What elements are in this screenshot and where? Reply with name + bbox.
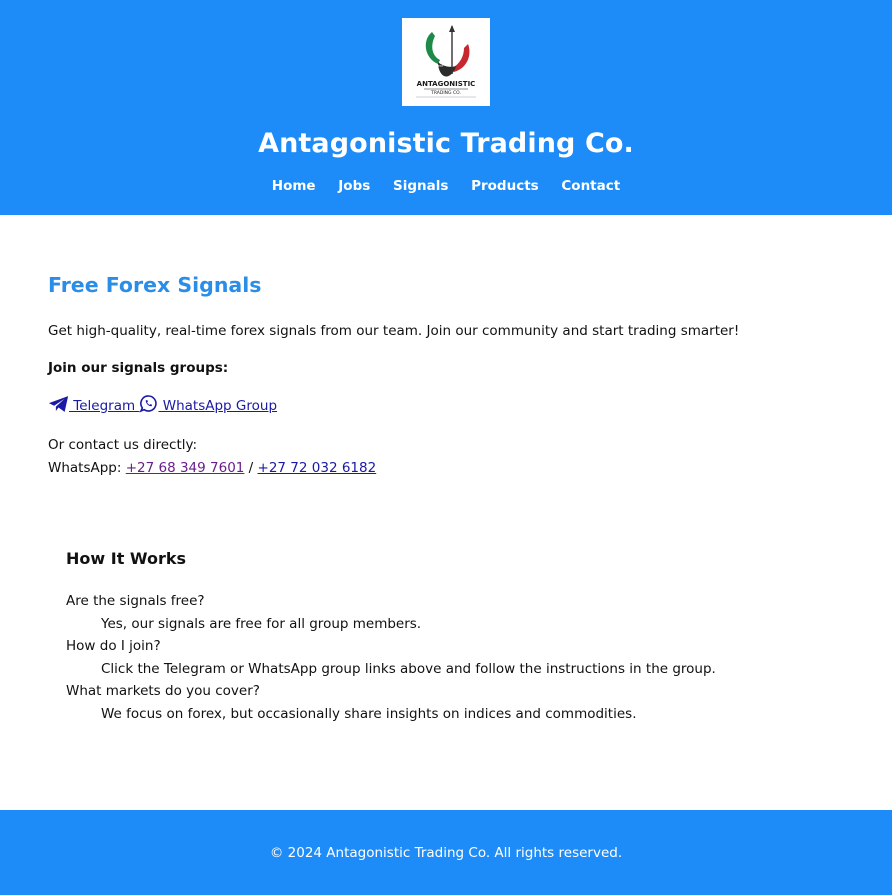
main-nav: Home Jobs Signals Products Contact	[0, 178, 892, 194]
faq-answer: We focus on forex, but occasionally shar…	[101, 705, 637, 722]
faq-answer: Yes, our signals are free for all group …	[101, 615, 422, 632]
company-logo[interactable]: EST ANTAGONISTIC TRADING CO.	[402, 18, 490, 106]
telegram-link[interactable]: Telegram	[48, 396, 140, 414]
whatsapp-label: WhatsApp Group	[158, 398, 278, 414]
site-header: EST ANTAGONISTIC TRADING CO. Antagonisti…	[0, 0, 892, 215]
bull-logo-icon: EST ANTAGONISTIC TRADING CO.	[416, 25, 476, 98]
faq-list: Are the signals free? Yes, our signals a…	[66, 592, 716, 727]
nav-jobs[interactable]: Jobs	[338, 178, 370, 194]
contact-line: Or contact us directly:	[48, 437, 198, 453]
telegram-label: Telegram	[69, 398, 140, 414]
logo-subtext: TRADING CO.	[430, 90, 461, 96]
nav-contact[interactable]: Contact	[561, 178, 620, 194]
group-links: Telegram WhatsApp Group	[48, 394, 277, 414]
telegram-icon	[48, 396, 69, 412]
whatsapp-icon	[139, 395, 158, 413]
nav-signals[interactable]: Signals	[393, 178, 448, 194]
phone-link-1[interactable]: +27 68 349 7601	[126, 460, 245, 476]
intro-text: Get high-quality, real-time forex signal…	[48, 323, 740, 339]
svg-text:EST: EST	[438, 64, 444, 68]
faq-question: How do I join?	[66, 638, 161, 654]
whatsapp-prefix: WhatsApp:	[48, 460, 126, 476]
whatsapp-contact: WhatsApp: +27 68 349 7601 / +27 72 032 6…	[48, 460, 376, 476]
page-title: Free Forex Signals	[48, 273, 262, 297]
footer-copyright: © 2024 Antagonistic Trading Co. All righ…	[269, 845, 623, 861]
phone-link-2[interactable]: +27 72 032 6182	[258, 460, 377, 476]
groups-heading: Join our signals groups:	[48, 360, 229, 376]
nav-products[interactable]: Products	[471, 178, 539, 194]
whatsapp-link[interactable]: WhatsApp Group	[139, 395, 278, 414]
site-title: Antagonistic Trading Co.	[258, 128, 634, 159]
phone-separator: /	[244, 460, 258, 476]
nav-home[interactable]: Home	[272, 178, 316, 194]
faq-question: Are the signals free?	[66, 593, 205, 609]
faq-question: What markets do you cover?	[66, 683, 260, 699]
faq-title: How It Works	[66, 549, 187, 568]
logo-text: ANTAGONISTIC	[417, 80, 476, 88]
faq-answer: Click the Telegram or WhatsApp group lin…	[101, 660, 716, 677]
